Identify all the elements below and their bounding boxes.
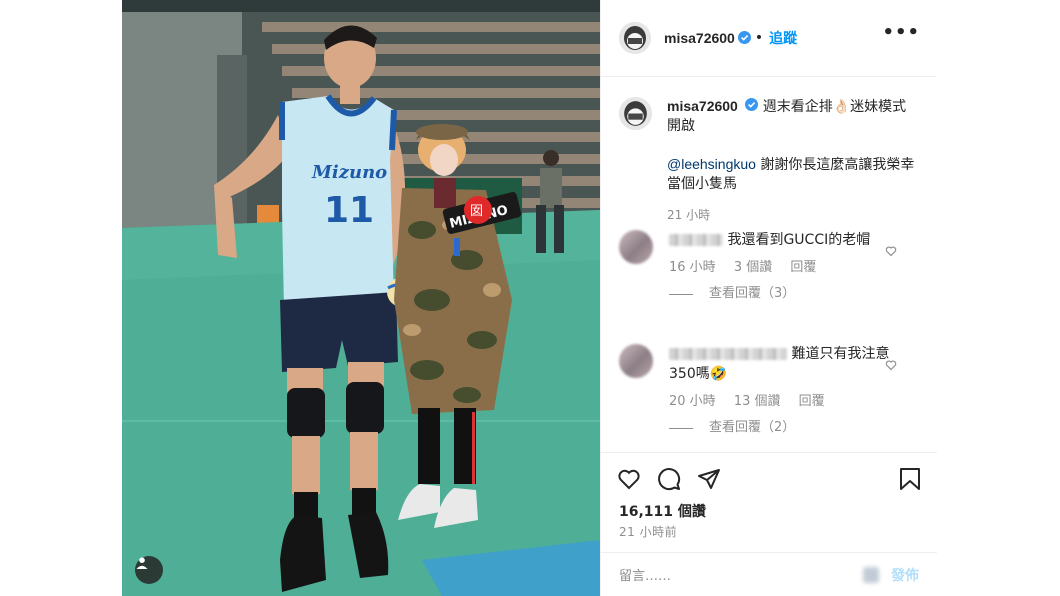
comment-like-icon[interactable] bbox=[885, 356, 897, 375]
like-count[interactable]: 16,111 個讚 bbox=[619, 501, 706, 521]
comment-time[interactable]: 16 小時 bbox=[669, 260, 716, 275]
caption-text: misa72600 週末看企排👌🏻迷妹模式開啟 @leehsingkuo 謝謝你… bbox=[667, 97, 917, 225]
reply-button[interactable]: 回覆 bbox=[790, 260, 816, 275]
reply-button[interactable]: 回覆 bbox=[799, 394, 825, 409]
replies-divider bbox=[669, 293, 693, 295]
more-options-icon[interactable]: ••• bbox=[882, 24, 920, 42]
comment-body: 我還看到GUCCI的老帽 16 小時 3 個讚 回覆 查看回覆（3） bbox=[669, 230, 901, 304]
heart-icon[interactable] bbox=[617, 467, 641, 495]
verified-badge-icon bbox=[745, 97, 759, 117]
commenter-avatar[interactable] bbox=[619, 230, 653, 264]
post-comment-button[interactable]: 發佈 bbox=[891, 565, 919, 585]
author-username[interactable]: misa72600 bbox=[664, 30, 735, 46]
verified-badge-icon bbox=[737, 29, 751, 48]
comment-meta: 20 小時 13 個讚 回覆 bbox=[669, 392, 901, 412]
comment-composer: 留言…… 發佈 bbox=[601, 552, 937, 596]
jersey-number: 11 bbox=[324, 190, 374, 231]
caption-mention-link[interactable]: @leehsingkuo bbox=[667, 156, 756, 172]
emoji-icon[interactable] bbox=[863, 567, 879, 583]
comment-likes[interactable]: 3 個讚 bbox=[734, 260, 772, 275]
post-actions: 16,111 個讚 21 小時前 bbox=[601, 452, 937, 552]
user-tag-icon[interactable] bbox=[135, 556, 163, 584]
commenter-username[interactable] bbox=[669, 348, 787, 360]
view-replies-label: 查看回覆（3） bbox=[709, 286, 796, 301]
comment-time[interactable]: 20 小時 bbox=[669, 394, 716, 409]
caption-timestamp[interactable]: 21 小時 bbox=[667, 206, 917, 225]
commenter-avatar[interactable] bbox=[619, 344, 653, 378]
bookmark-icon[interactable] bbox=[899, 467, 921, 495]
share-icon[interactable] bbox=[697, 467, 721, 495]
post-photo[interactable]: Mizuno 11 囡 bbox=[122, 0, 600, 596]
caption-avatar[interactable] bbox=[619, 97, 652, 130]
author-avatar[interactable] bbox=[619, 22, 651, 54]
post-header: misa72600 • 追蹤 ••• bbox=[601, 0, 936, 77]
sign-badge: 囡 bbox=[470, 204, 483, 219]
view-replies-label: 查看回覆（2） bbox=[709, 420, 796, 435]
comment-like-icon[interactable] bbox=[885, 242, 897, 261]
comment-body: 難道只有我注意350嗎🤣 20 小時 13 個讚 回覆 查看回覆（2） bbox=[669, 344, 901, 438]
comment-icon[interactable] bbox=[657, 467, 681, 495]
caption-username[interactable]: misa72600 bbox=[667, 98, 738, 114]
action-icons bbox=[617, 467, 737, 495]
header-separator: • bbox=[754, 30, 764, 46]
comment-text: 我還看到GUCCI的老帽 bbox=[727, 232, 871, 248]
post-details-panel: misa72600 • 追蹤 ••• misa72600 週末看企排👌🏻迷妹模式… bbox=[600, 0, 937, 596]
follow-button[interactable]: 追蹤 bbox=[769, 28, 797, 48]
comment-input[interactable]: 留言…… bbox=[619, 565, 671, 584]
comment-meta: 16 小時 3 個讚 回覆 bbox=[669, 258, 901, 278]
view-replies-button[interactable]: 查看回覆（2） bbox=[669, 418, 901, 438]
comment-likes[interactable]: 13 個讚 bbox=[734, 394, 781, 409]
post-timestamp[interactable]: 21 小時前 bbox=[619, 523, 677, 540]
photo-illustration: Mizuno 11 囡 bbox=[122, 0, 600, 596]
replies-divider bbox=[669, 427, 693, 429]
commenter-username[interactable] bbox=[669, 234, 723, 246]
view-replies-button[interactable]: 查看回覆（3） bbox=[669, 284, 901, 304]
jersey-brand: Mizuno bbox=[311, 162, 387, 183]
